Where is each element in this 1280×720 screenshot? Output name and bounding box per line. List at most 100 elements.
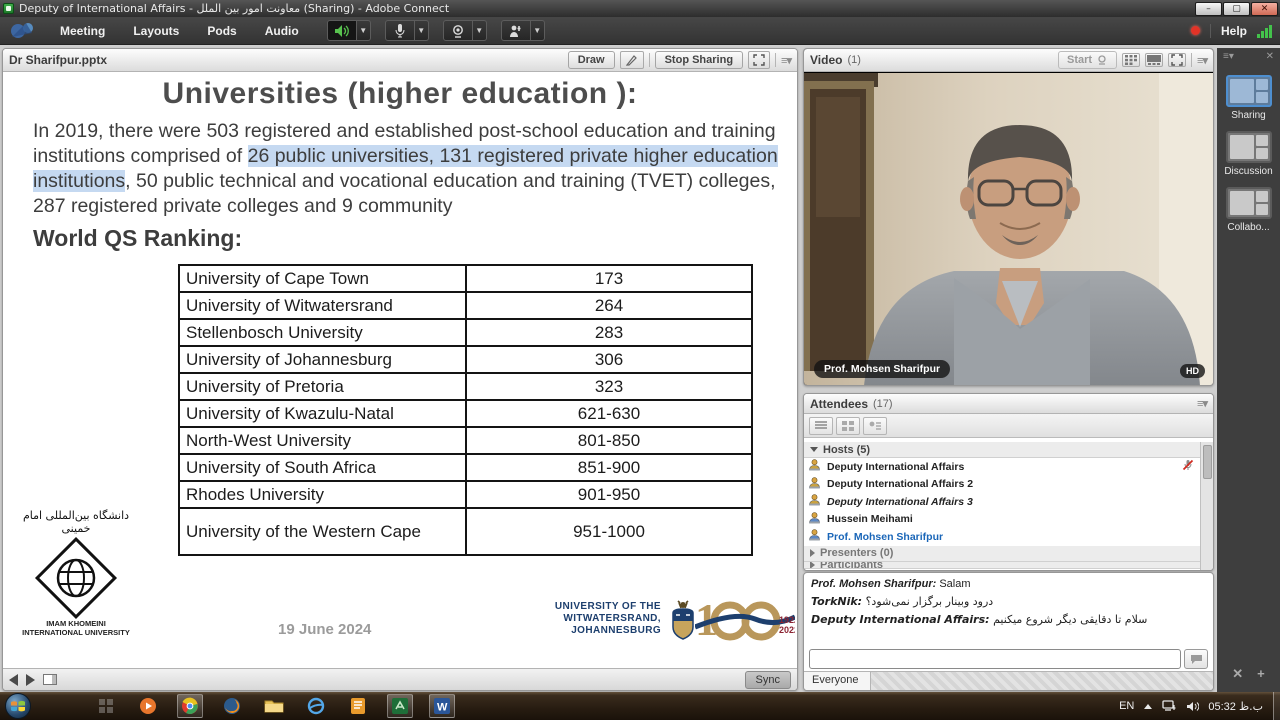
- network-icon[interactable]: [1162, 700, 1177, 712]
- svg-text:W: W: [437, 702, 448, 714]
- menu-bar: MeetingLayoutsPodsAudio ▼ ▼ ▼ ▼: [0, 17, 1280, 45]
- firefox-taskbar-icon[interactable]: [219, 694, 245, 718]
- attendees-toolbar: [804, 414, 1213, 438]
- reader-taskbar-icon[interactable]: [345, 694, 371, 718]
- menu-audio[interactable]: Audio: [251, 24, 313, 38]
- university-name-cell: University of the Western Cape: [179, 508, 466, 555]
- microphone-button[interactable]: [385, 20, 415, 41]
- attendees-scrollbar[interactable]: [1200, 442, 1213, 570]
- show-desktop-button[interactable]: [1273, 692, 1280, 720]
- chat-tab-everyone[interactable]: Everyone: [804, 672, 871, 690]
- language-indicator[interactable]: EN: [1119, 700, 1134, 712]
- pointer-tool-button[interactable]: [620, 51, 644, 69]
- hosts-section-header[interactable]: Hosts (5): [804, 442, 1202, 458]
- chat-sender: TorkNik:: [811, 595, 862, 608]
- layout-item-sharing[interactable]: Sharing: [1224, 75, 1274, 121]
- slide-title: Universities (higher education ):: [3, 77, 797, 111]
- webcam-button[interactable]: [443, 20, 473, 41]
- ikiu-logo: دانشگاه بین‌المللی امام خمینی IMAM KHOME…: [15, 509, 137, 637]
- attendee-role-icon: [808, 529, 821, 544]
- attendee-list: Hosts (5) Deputy International Affairs Dep…: [804, 442, 1202, 570]
- next-slide-button[interactable]: [26, 674, 35, 686]
- attendee-row[interactable]: Hussein Meihami: [804, 511, 1202, 529]
- slide-panel-toggle-icon[interactable]: [43, 674, 57, 685]
- video-pod-menu-icon[interactable]: ≡▾: [1197, 54, 1207, 67]
- attendee-list-view-icon[interactable]: [809, 417, 833, 435]
- sync-button[interactable]: Sync: [745, 671, 791, 689]
- speaker-button[interactable]: [327, 20, 357, 41]
- hidden-icons-chevron[interactable]: [1143, 703, 1153, 710]
- menu-pods[interactable]: Pods: [193, 24, 250, 38]
- delete-layout-icon[interactable]: ✕: [1232, 666, 1243, 682]
- minimize-button[interactable]: –: [1195, 2, 1222, 16]
- presenters-section-header[interactable]: Presenters (0): [804, 546, 1202, 562]
- start-webcam-button[interactable]: Start: [1058, 51, 1117, 69]
- participants-section-header[interactable]: Participants: [804, 562, 1202, 569]
- attendee-row[interactable]: Deputy International Affairs 3: [804, 493, 1202, 511]
- system-tray: EN 05:32 ب.ظ: [1119, 700, 1273, 713]
- rank-cell: 901-950: [466, 481, 752, 508]
- chat-sender: Deputy International Affairs:: [811, 613, 990, 626]
- table-row: North-West University801-850: [179, 427, 752, 454]
- layout-item-discussion[interactable]: Discussion: [1224, 131, 1274, 177]
- volume-icon[interactable]: [1186, 701, 1199, 712]
- internet-explorer-taskbar-icon[interactable]: [303, 694, 329, 718]
- ikiu-caption-2: INTERNATIONAL UNIVERSITY: [15, 628, 137, 637]
- university-name-cell: University of Cape Town: [179, 265, 466, 292]
- chat-input[interactable]: [809, 649, 1181, 669]
- raise-hand-button[interactable]: [501, 20, 531, 41]
- word-taskbar-icon[interactable]: W: [429, 694, 455, 718]
- wits-line1: UNIVERSITY OF THE: [543, 601, 661, 613]
- adobe-connect-taskbar-icon[interactable]: [387, 694, 413, 718]
- grid-view-icon[interactable]: [1122, 53, 1140, 67]
- layout-sidebar-close-icon[interactable]: ✕: [1266, 51, 1274, 62]
- attendees-pod-header: Attendees (17) ≡▾: [804, 394, 1213, 414]
- speaker-dropdown[interactable]: ▼: [357, 20, 371, 41]
- chat-message: TorkNik: درود وبینار برگزار نمی‌شود؟: [811, 595, 1206, 608]
- menu-meeting[interactable]: Meeting: [46, 24, 119, 38]
- clock[interactable]: 05:32 ب.ظ: [1208, 700, 1263, 713]
- title-bar: Deputy of International Affairs - معاونت…: [0, 0, 1280, 17]
- university-name-cell: Stellenbosch University: [179, 319, 466, 346]
- webcam-dropdown[interactable]: ▼: [473, 20, 487, 41]
- qs-ranking-heading: World QS Ranking:: [33, 225, 242, 252]
- layout-thumbnail-icon: [1226, 131, 1272, 163]
- layout-item-collabo[interactable]: Collabo...: [1224, 187, 1274, 233]
- attendee-row[interactable]: Prof. Mohsen Sharifpur: [804, 528, 1202, 546]
- attendee-row[interactable]: Deputy International Affairs: [804, 458, 1202, 476]
- attendee-name: Deputy International Affairs: [827, 461, 964, 473]
- previous-slide-button[interactable]: [9, 674, 18, 686]
- microphone-dropdown[interactable]: ▼: [415, 20, 429, 41]
- rank-cell: 851-900: [466, 454, 752, 481]
- wits-line2: WITWATERSRAND,: [543, 613, 661, 625]
- university-name-cell: University of Pretoria: [179, 373, 466, 400]
- file-explorer-taskbar-icon[interactable]: [261, 694, 287, 718]
- video-pod-header: Video (1) Start ≡▾: [804, 49, 1213, 72]
- raise-hand-dropdown[interactable]: ▼: [531, 20, 545, 41]
- attendee-name: Deputy International Affairs 3: [827, 496, 973, 508]
- stop-sharing-button[interactable]: Stop Sharing: [655, 51, 743, 69]
- start-button[interactable]: [5, 693, 31, 719]
- chrome-taskbar-icon[interactable]: [177, 694, 203, 718]
- adobe-connect-logo-icon: [6, 19, 46, 43]
- maximize-button[interactable]: ▢: [1223, 2, 1250, 16]
- share-pod-menu-icon[interactable]: ≡▾: [781, 54, 791, 67]
- help-menu[interactable]: Help: [1221, 24, 1247, 38]
- layout-sidebar-menu-icon[interactable]: ≡▾: [1223, 51, 1234, 62]
- attendees-pod-menu-icon[interactable]: ≡▾: [1197, 397, 1207, 410]
- draw-button[interactable]: Draw: [568, 51, 615, 69]
- fullscreen-button[interactable]: [748, 51, 770, 69]
- video-fullscreen-icon[interactable]: [1168, 53, 1186, 67]
- menu-layouts[interactable]: Layouts: [119, 24, 193, 38]
- add-layout-icon[interactable]: +: [1257, 666, 1265, 682]
- attendee-row[interactable]: Deputy International Affairs 2: [804, 476, 1202, 494]
- attendee-role-icon: [808, 477, 821, 492]
- close-button[interactable]: ✕: [1251, 2, 1278, 16]
- table-row: University of Kwazulu-Natal621-630: [179, 400, 752, 427]
- attendee-grid-view-icon[interactable]: [836, 417, 860, 435]
- filmstrip-view-icon[interactable]: [1145, 53, 1163, 67]
- chat-send-button[interactable]: [1184, 649, 1208, 669]
- pinned-grid-taskbar-icon[interactable]: [93, 694, 119, 718]
- attendee-status-view-icon[interactable]: [863, 417, 887, 435]
- media-player-taskbar-icon[interactable]: [135, 694, 161, 718]
